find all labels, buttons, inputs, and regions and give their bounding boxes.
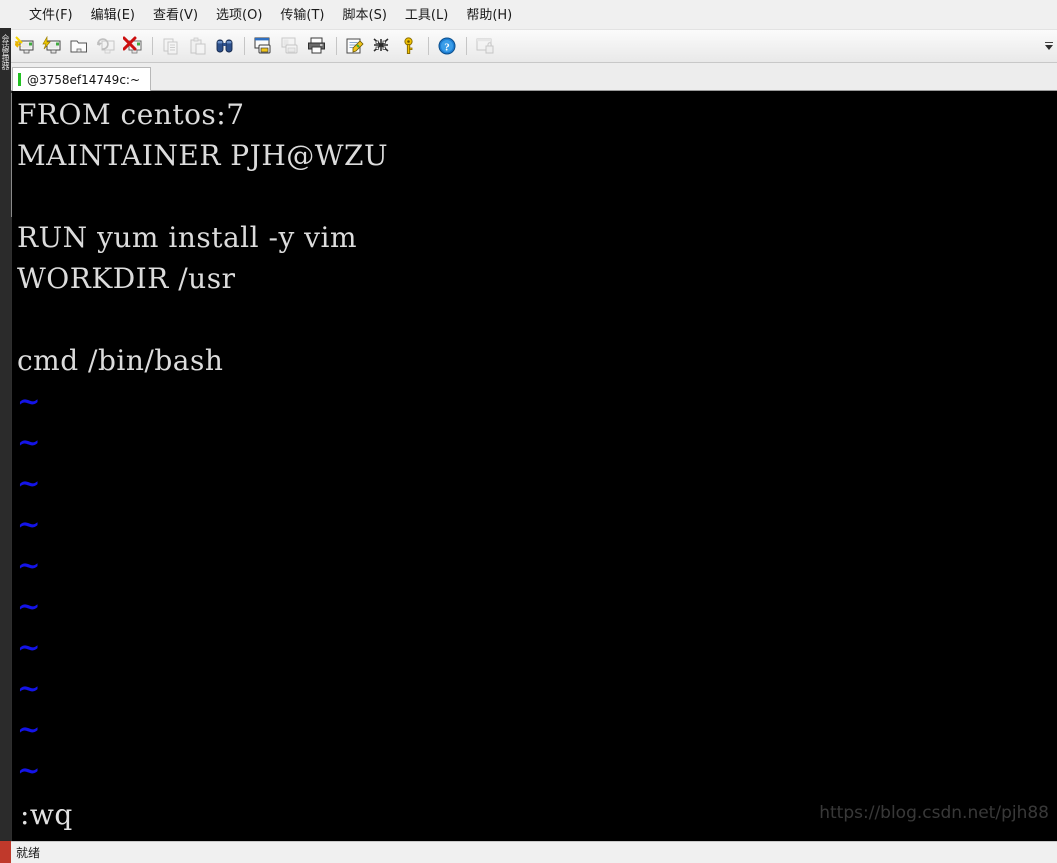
menu-help[interactable]: 帮助(H) (457, 1, 521, 27)
terminal-screen[interactable]: FROM centos:7 MAINTAINER PJH@WZU RUN yum… (14, 91, 1057, 841)
status-text: 就绪 (16, 846, 41, 860)
vim-empty-line-marker: ~ (17, 467, 41, 500)
key-button[interactable] (396, 33, 422, 59)
log-session-button[interactable] (277, 33, 303, 59)
help-icon: ? (438, 37, 456, 55)
help-button[interactable]: ? (434, 33, 460, 59)
vim-empty-line-marker: ~ (17, 672, 41, 705)
disconnect-button[interactable] (120, 33, 146, 59)
disconnect-icon (123, 36, 142, 54)
quick-connect-icon (42, 36, 61, 54)
log-session-icon (281, 37, 298, 54)
copy-icon (163, 38, 178, 55)
print-icon (308, 37, 325, 54)
toolbar: ? (0, 29, 1057, 63)
terminal-line: cmd /bin/bash (17, 344, 224, 377)
vim-command-line: :wq (20, 798, 73, 831)
reconnect-button[interactable] (93, 33, 119, 59)
strip-accent (0, 841, 11, 863)
terminal-text-body: FROM centos:7 MAINTAINER PJH@WZU RUN yum… (17, 94, 1057, 791)
vim-empty-line-marker: ~ (17, 385, 41, 418)
secure-window-icon (476, 38, 494, 54)
vim-empty-line-marker: ~ (17, 713, 41, 746)
paste-icon (190, 37, 206, 55)
terminal-line: RUN yum install -y vim (17, 221, 357, 254)
connect-icon (15, 36, 34, 54)
menu-tools[interactable]: 工具(L) (396, 1, 457, 27)
print-screen-button[interactable] (250, 33, 276, 59)
quick-connect-button[interactable] (39, 33, 65, 59)
status-bar: 就绪 (0, 841, 1057, 863)
securecrt-window: 会话管理器 文件(F) 编辑(E) 查看(V) 选项(O) 传输(T) 脚本(S… (0, 0, 1057, 863)
menu-script[interactable]: 脚本(S) (334, 1, 396, 27)
menu-file[interactable]: 文件(F) (20, 1, 82, 27)
toolbar-separator (244, 37, 245, 55)
reconnect-icon (97, 38, 115, 54)
overflow-line (1045, 42, 1053, 43)
session-manager-label: 会话管理器 (1, 33, 10, 69)
copy-button[interactable] (158, 33, 184, 59)
vim-command-line-wrapper: :wq (20, 794, 73, 835)
vim-empty-line-marker: ~ (17, 754, 41, 787)
terminal-line: FROM centos:7 (17, 98, 245, 131)
protocol-icon (373, 38, 389, 52)
vim-empty-line-marker: ~ (17, 590, 41, 623)
menu-transfer[interactable]: 传输(T) (271, 1, 333, 27)
connect-button[interactable] (12, 33, 38, 59)
protocol-button[interactable] (369, 33, 395, 59)
toolbar-separator (336, 37, 337, 55)
menu-view[interactable]: 查看(V) (144, 1, 207, 27)
find-button[interactable] (212, 33, 238, 59)
vim-empty-line-marker: ~ (17, 631, 41, 664)
key-icon (404, 37, 413, 54)
chevron-down-icon (1045, 45, 1053, 50)
print-screen-icon (254, 37, 271, 54)
vim-empty-line-marker: ~ (17, 549, 41, 582)
vim-empty-line-marker: ~ (17, 508, 41, 541)
tab-title: @3758ef14749c:~ (27, 72, 141, 87)
session-options-icon (346, 38, 364, 54)
toolbar-separator (466, 37, 467, 55)
connect-in-tab-icon (70, 40, 87, 53)
connect-in-tab-button[interactable] (66, 33, 92, 59)
terminal-area: FROM centos:7 MAINTAINER PJH@WZU RUN yum… (0, 91, 1057, 841)
toolbar-overflow-button[interactable] (1043, 33, 1055, 59)
svg-text:?: ? (444, 42, 450, 54)
menu-edit[interactable]: 编辑(E) (82, 1, 144, 27)
tab-status-indicator (18, 73, 21, 86)
find-icon (216, 39, 233, 53)
watermark: https://blog.csdn.net/pjh88 (819, 803, 1049, 823)
toolbar-separator (428, 37, 429, 55)
vim-empty-line-marker: ~ (17, 426, 41, 459)
tab-bar: @3758ef14749c:~ (0, 63, 1057, 91)
print-button[interactable] (304, 33, 330, 59)
tab-session-0[interactable]: @3758ef14749c:~ (12, 67, 152, 91)
menu-bar: 文件(F) 编辑(E) 查看(V) 选项(O) 传输(T) 脚本(S) 工具(L… (0, 0, 1057, 29)
terminal-line: MAINTAINER PJH@WZU (17, 139, 389, 172)
paste-button[interactable] (185, 33, 211, 59)
terminal-line: WORKDIR /usr (17, 262, 236, 295)
menu-options[interactable]: 选项(O) (207, 1, 271, 27)
secure-window-button[interactable] (472, 33, 498, 59)
session-manager-strip[interactable]: 会话管理器 (0, 0, 11, 863)
toolbar-separator (152, 37, 153, 55)
session-options-button[interactable] (342, 33, 368, 59)
